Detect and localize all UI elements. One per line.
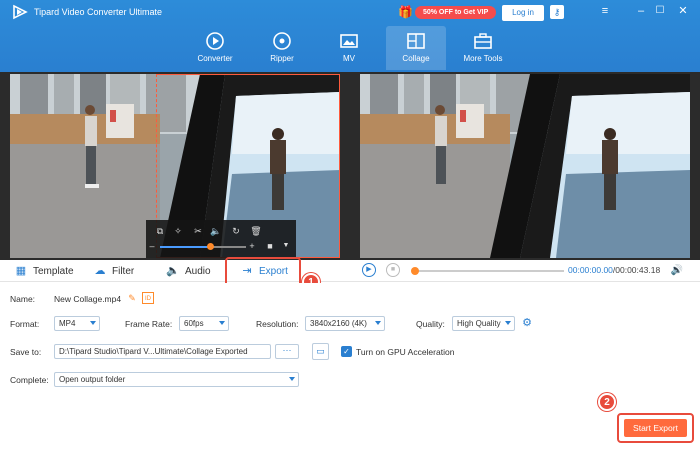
app-logo-icon	[13, 4, 28, 20]
resolution-select[interactable]: 3840x2160 (4K)	[305, 316, 385, 331]
main-nav: Converter Ripper MV Collage More Tools	[185, 26, 520, 70]
app-title: Tipard Video Converter Ultimate	[34, 7, 163, 17]
login-button[interactable]: Log in	[502, 5, 544, 21]
close-icon[interactable]: ✕	[676, 4, 690, 18]
aspect-icon[interactable]: ■	[264, 240, 276, 252]
export-settings: Name: New Collage.mp4 ✎ ID Format: MP4 F…	[0, 283, 700, 454]
key-icon[interactable]: ⚷	[550, 5, 564, 19]
resolution-label: Resolution:	[256, 319, 299, 329]
ripper-icon	[273, 32, 291, 50]
framerate-select[interactable]: 60fps	[179, 316, 229, 331]
stop-button[interactable]: ■	[386, 263, 400, 277]
browse-button[interactable]: ···	[275, 344, 299, 359]
gear-icon[interactable]: ⚙	[521, 317, 533, 329]
toolbox-icon	[474, 33, 492, 49]
playback-controls: ▶ ■ 00:00:00.00/00:00:43.18 🔊	[350, 260, 700, 282]
edit-icon[interactable]: ✎	[126, 292, 138, 304]
quality-label: Quality:	[416, 319, 445, 329]
nav-more-tools[interactable]: More Tools	[453, 26, 513, 70]
nav-collage[interactable]: Collage	[386, 26, 446, 70]
minimize-icon[interactable]: –	[634, 4, 648, 18]
quality-select[interactable]: High Quality	[452, 316, 515, 331]
zoom-out-icon[interactable]: –	[146, 240, 158, 252]
output-preview	[360, 74, 690, 258]
swap-icon[interactable]: ⧉	[154, 225, 166, 237]
cell-edit-toolbar: ⧉ ✧ ✂ 🔈 ↻ 🗑 – + ■ ▼	[146, 220, 296, 258]
maximize-icon[interactable]: ☐	[653, 4, 667, 18]
playback-knob[interactable]	[411, 267, 419, 275]
promo-label: 50% OFF to Get VIP	[414, 5, 497, 19]
play-button[interactable]: ▶	[362, 263, 376, 277]
start-export-button[interactable]: Start Export	[624, 419, 687, 437]
collage-icon	[407, 33, 425, 49]
saveto-label: Save to:	[10, 347, 42, 357]
nav-mv[interactable]: MV	[319, 26, 379, 70]
complete-select[interactable]: Open output folder	[54, 372, 299, 387]
complete-label: Complete:	[10, 375, 49, 385]
volume-icon[interactable]: 🔊	[670, 264, 684, 278]
tab-audio[interactable]: 🔈 Audio	[166, 262, 210, 280]
nav-ripper[interactable]: Ripper	[252, 26, 312, 70]
format-label: Format:	[10, 319, 40, 329]
saveto-path-field[interactable]: D:\Tipard Studio\Tipard V...Ultimate\Col…	[54, 344, 271, 359]
audio-icon: 🔈	[166, 265, 180, 277]
title-bar: Tipard Video Converter Ultimate 🎁 50% OF…	[0, 0, 700, 72]
gpu-checkbox[interactable]: ✓	[341, 346, 352, 357]
id-icon[interactable]: ID	[142, 292, 154, 304]
vip-promo[interactable]: 🎁 50% OFF to Get VIP	[398, 4, 497, 20]
playback-progress[interactable]	[411, 267, 564, 275]
template-icon: ▦	[15, 265, 27, 277]
menu-icon[interactable]: ≡	[598, 4, 612, 18]
mv-icon	[340, 34, 358, 48]
tab-filter[interactable]: ☁ Filter	[93, 262, 135, 280]
step-badge-2: 2	[598, 393, 616, 411]
volume-icon[interactable]: 🔈	[210, 225, 222, 237]
framerate-label: Frame Rate:	[125, 319, 173, 329]
name-value: New Collage.mp4	[54, 294, 122, 304]
gift-icon: 🎁	[398, 5, 413, 19]
effect-icon[interactable]: ✧	[172, 225, 184, 237]
zoom-slider[interactable]	[160, 243, 246, 250]
tab-template[interactable]: ▦ Template	[14, 262, 74, 280]
zoom-in-icon[interactable]: +	[246, 240, 258, 252]
name-label: Name:	[10, 294, 36, 304]
converter-icon	[206, 32, 224, 50]
zoom-slider-knob[interactable]	[207, 243, 214, 250]
collage-preview: ⧉ ✧ ✂ 🔈 ↻ 🗑 – + ■ ▼	[0, 72, 700, 260]
delete-icon[interactable]: 🗑	[250, 225, 262, 237]
cut-icon[interactable]: ✂	[192, 225, 204, 237]
nav-converter[interactable]: Converter	[185, 26, 245, 70]
chevron-down-icon[interactable]: ▼	[280, 240, 292, 252]
playback-time: 00:00:00.00/00:00:43.18	[568, 265, 661, 275]
filter-icon: ☁	[94, 265, 106, 277]
format-select[interactable]: MP4	[54, 316, 100, 331]
gpu-label: Turn on GPU Acceleration	[356, 347, 455, 357]
open-folder-icon[interactable]: ▭	[312, 343, 329, 360]
rotate-icon[interactable]: ↻	[230, 225, 242, 237]
